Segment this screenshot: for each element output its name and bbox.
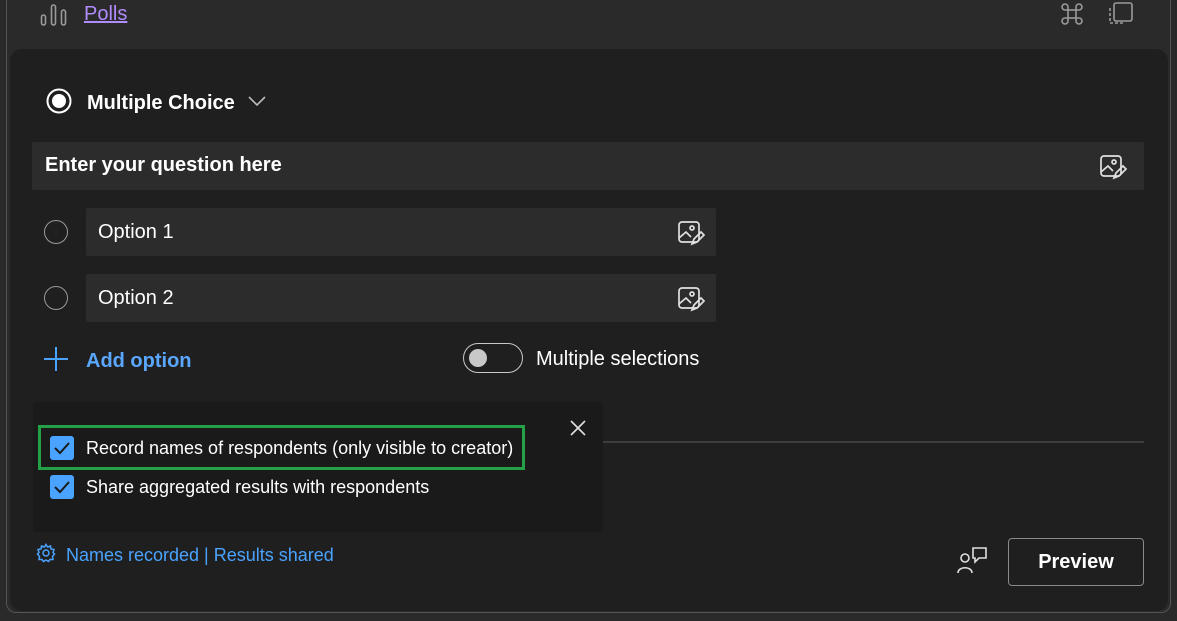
multiple-selections-label: Multiple selections xyxy=(536,348,700,370)
close-icon[interactable] xyxy=(568,418,588,438)
question-field[interactable]: Enter your question here xyxy=(32,142,1144,190)
chevron-down-icon xyxy=(247,94,267,112)
add-option-button[interactable]: Add option xyxy=(42,345,192,378)
popout-icon[interactable] xyxy=(1106,1,1133,27)
settings-summary-text: Names recorded | Results shared xyxy=(66,545,334,565)
settings-summary-link[interactable]: Names recorded | Results shared xyxy=(36,543,334,568)
divider xyxy=(600,441,1144,443)
question-placeholder: Enter your question here xyxy=(45,154,282,176)
preview-label: Preview xyxy=(1038,550,1114,573)
image-edit-icon[interactable] xyxy=(676,218,706,248)
option-1-field[interactable]: Option 1 xyxy=(86,208,716,256)
add-option-label: Add option xyxy=(86,350,192,372)
header: Polls xyxy=(0,0,1177,40)
gear-icon xyxy=(36,543,56,568)
multiple-selections-toggle[interactable] xyxy=(463,343,523,373)
feedback-icon[interactable] xyxy=(955,545,989,577)
radio-selected-icon xyxy=(46,88,72,119)
bar-chart-icon xyxy=(40,3,68,32)
command-icon[interactable] xyxy=(1059,1,1085,27)
question-type-label: Multiple Choice xyxy=(87,91,235,114)
toggle-knob xyxy=(469,349,487,367)
record-names-label: Record names of respondents (only visibl… xyxy=(86,438,514,458)
share-results-label: Share aggregated results with respondent… xyxy=(86,477,430,497)
image-edit-icon[interactable] xyxy=(676,284,706,314)
option-2-label: Option 2 xyxy=(98,287,174,309)
plus-icon xyxy=(42,345,70,378)
option-1-label: Option 1 xyxy=(98,221,174,243)
question-type-dropdown[interactable]: Multiple Choice xyxy=(46,88,267,119)
image-edit-icon[interactable] xyxy=(1098,152,1128,182)
option-2-radio xyxy=(44,286,68,310)
record-names-checkbox[interactable] xyxy=(50,436,74,460)
polls-link[interactable]: Polls xyxy=(84,3,127,26)
option-1-radio xyxy=(44,220,68,244)
option-2-field[interactable]: Option 2 xyxy=(86,274,716,322)
share-results-checkbox[interactable] xyxy=(50,475,74,499)
preview-button[interactable]: Preview xyxy=(1008,538,1144,586)
